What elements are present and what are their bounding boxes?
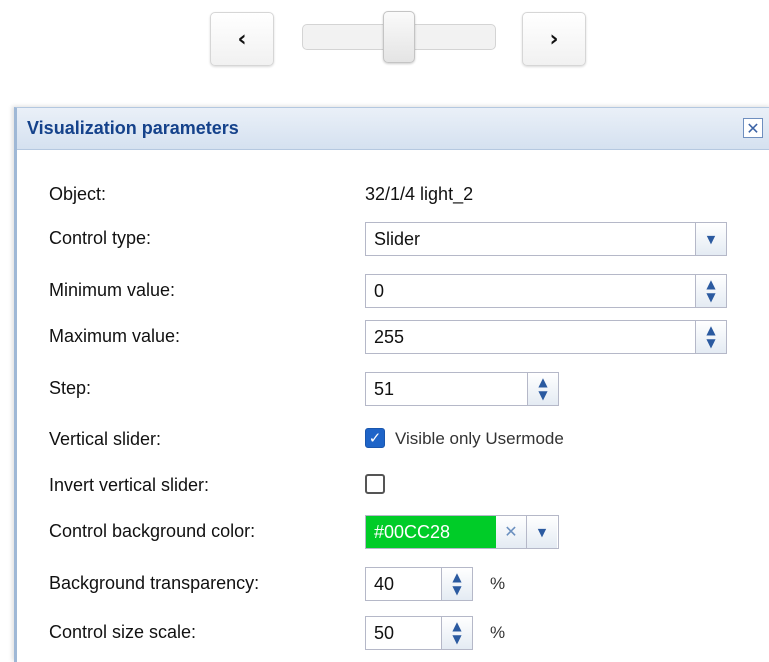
close-button[interactable]: ✕: [743, 118, 763, 138]
max-value-input[interactable]: 255 ▲ ▼: [365, 320, 727, 354]
slider-handle[interactable]: [383, 11, 415, 63]
max-value-text: 255: [374, 327, 405, 347]
spinner-arrows-icon[interactable]: ▲ ▼: [695, 321, 726, 353]
row-object: Object: 32/1/4 light_2: [17, 178, 737, 212]
row-control-size-scale: Control size scale: 50 ▲ ▼ %: [17, 616, 737, 650]
percent-unit: %: [490, 574, 506, 593]
control-type-label: Control type:: [49, 228, 152, 248]
clear-icon[interactable]: ✕: [496, 516, 526, 548]
control-type-select[interactable]: Slider ▼: [365, 222, 727, 256]
object-label: Object:: [49, 184, 107, 204]
invert-vertical-slider-checkbox[interactable]: [365, 474, 385, 494]
percent-unit: %: [490, 623, 506, 642]
row-bg-transparency: Background transparency: 40 ▲ ▼ %: [17, 567, 737, 601]
chevron-left-icon: ‹: [237, 26, 247, 52]
color-picker[interactable]: #00CC28 ✕ ▼: [365, 515, 559, 549]
visualization-parameters-dialog: Visualization parameters ✕ Object: 32/1/…: [14, 107, 769, 662]
visible-only-usermode-label[interactable]: Visible only Usermode: [395, 429, 564, 449]
min-value-input[interactable]: 0 ▲ ▼: [365, 274, 727, 308]
min-value-text: 0: [374, 281, 385, 301]
dialog-title: Visualization parameters: [27, 118, 239, 138]
chevron-down-icon[interactable]: ▼: [526, 516, 557, 548]
control-size-scale-label: Control size scale:: [49, 622, 197, 642]
row-vertical-slider: Vertical slider: ✓ Visible only Usermode: [17, 423, 737, 457]
chevron-down-icon[interactable]: ▼: [695, 223, 726, 255]
bg-transparency-input[interactable]: 40 ▲ ▼: [365, 567, 473, 601]
spinner-arrows-icon[interactable]: ▲ ▼: [441, 568, 472, 600]
dialog-header: Visualization parameters ✕: [17, 108, 769, 150]
row-control-bg-color: Control background color: #00CC28 ✕ ▼: [17, 515, 737, 549]
previous-button[interactable]: ‹: [210, 12, 274, 66]
slider-preview: ‹ ›: [0, 0, 769, 80]
row-min-value: Minimum value: 0 ▲ ▼: [17, 274, 737, 308]
control-size-scale-text: 50: [374, 623, 395, 643]
object-value: 32/1/4 light_2: [365, 184, 474, 204]
color-swatch[interactable]: #00CC28: [366, 516, 496, 548]
vertical-slider-label: Vertical slider:: [49, 429, 162, 449]
min-value-label: Minimum value:: [49, 280, 176, 300]
max-value-label: Maximum value:: [49, 326, 181, 346]
control-type-value: Slider: [374, 229, 421, 249]
bg-transparency-text: 40: [374, 574, 395, 594]
step-input[interactable]: 51 ▲ ▼: [365, 372, 559, 406]
control-size-scale-input[interactable]: 50 ▲ ▼: [365, 616, 473, 650]
invert-vertical-slider-label: Invert vertical slider:: [49, 475, 210, 495]
spinner-arrows-icon[interactable]: ▲ ▼: [441, 617, 472, 649]
step-text: 51: [374, 379, 395, 399]
bg-transparency-label: Background transparency:: [49, 573, 260, 593]
spinner-arrows-icon[interactable]: ▲ ▼: [527, 373, 558, 405]
step-label: Step:: [49, 378, 92, 398]
close-icon: ✕: [746, 119, 760, 138]
row-max-value: Maximum value: 255 ▲ ▼: [17, 320, 737, 354]
vertical-slider-checkbox[interactable]: ✓: [365, 428, 385, 448]
row-invert-vertical-slider: Invert vertical slider:: [17, 469, 737, 503]
chevron-right-icon: ›: [549, 26, 559, 52]
row-step: Step: 51 ▲ ▼: [17, 372, 737, 406]
spinner-arrows-icon[interactable]: ▲ ▼: [695, 275, 726, 307]
next-button[interactable]: ›: [522, 12, 586, 66]
control-bg-color-label: Control background color:: [49, 521, 256, 541]
row-control-type: Control type: Slider ▼: [17, 222, 737, 256]
